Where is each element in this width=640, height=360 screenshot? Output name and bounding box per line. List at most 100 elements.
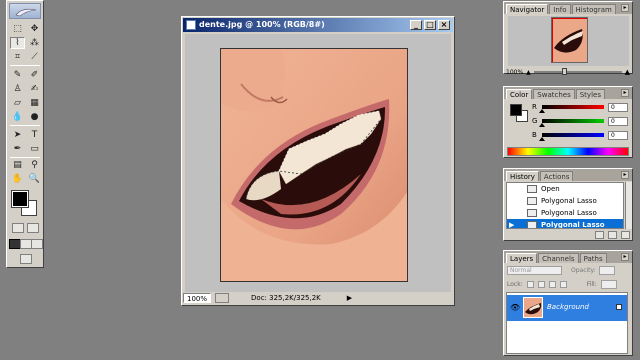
document-image[interactable]	[220, 48, 408, 282]
tab-histogram[interactable]: Histogram	[571, 4, 616, 14]
red-value-field[interactable]: 0	[608, 102, 628, 112]
palette-menu-icon[interactable]: ▸	[621, 4, 629, 12]
lock-pixels-checkbox[interactable]	[537, 280, 545, 288]
navigator-zoom-bar: 100% ▲ ▲	[506, 68, 630, 76]
eyedropper-tool-icon[interactable]: ⚲	[27, 159, 42, 171]
shape-tool-icon[interactable]: ▭	[27, 143, 42, 155]
lock-all-checkbox[interactable]	[559, 280, 567, 288]
green-slider[interactable]	[539, 119, 604, 127]
close-button[interactable]: ×	[438, 20, 450, 30]
color-spectrum-bar[interactable]	[507, 147, 629, 156]
green-label: G	[532, 117, 538, 125]
magic-wand-tool-icon[interactable]: ⁂	[27, 37, 42, 49]
jump-to-imageready-button[interactable]	[20, 254, 32, 264]
visibility-eye-icon[interactable]: 👁	[510, 303, 520, 312]
minimize-button[interactable]: _	[410, 20, 422, 30]
color-foreground-swatch[interactable]	[510, 104, 522, 116]
palette-menu-icon[interactable]: ▸	[621, 253, 629, 261]
palette-menu-icon[interactable]: ▸	[621, 171, 629, 179]
zoom-level-field[interactable]: 100%	[183, 293, 212, 303]
opacity-label: Opacity:	[571, 267, 596, 274]
toolbox-panel: ⬚ ✥ ⌇ ⁂ ⌗ ⟋ ✎ ✐ ♙ ✍ ▱ ▦ 💧 ● ➤ T ✒ ▭ ▤ ⚲ …	[6, 0, 44, 268]
red-slider[interactable]	[539, 105, 604, 113]
blue-slider-row: B 0	[532, 130, 632, 141]
lock-position-checkbox[interactable]	[548, 280, 556, 288]
fill-field[interactable]	[600, 279, 617, 289]
zoom-tool-icon[interactable]: 🔍	[27, 173, 42, 185]
tab-color[interactable]: Color	[506, 89, 533, 99]
layer-thumbnail	[523, 297, 543, 318]
photoshop-logo[interactable]	[9, 3, 41, 19]
foreground-color-swatch[interactable]	[11, 190, 29, 208]
tab-info[interactable]: Info	[549, 4, 571, 14]
new-document-from-state-icon[interactable]	[595, 231, 604, 239]
tab-paths[interactable]: Paths	[579, 253, 607, 263]
dodge-tool-icon[interactable]: ●	[27, 111, 42, 123]
quick-mask-mode-button[interactable]	[27, 223, 39, 233]
zoom-out-icon[interactable]: ▲	[526, 69, 531, 76]
tab-actions[interactable]: Actions	[539, 171, 574, 181]
delete-state-icon[interactable]	[621, 231, 630, 239]
opacity-field[interactable]	[598, 266, 615, 275]
navigator-palette: Navigator Info Histogram ▸ 100% ▲ ▲	[503, 1, 633, 76]
full-screen-mode-button[interactable]	[31, 239, 43, 249]
history-palette: History Actions ▸ Open Polygonal Lasso P…	[503, 168, 633, 241]
lasso-tool-icon[interactable]: ⌇	[10, 37, 25, 49]
blur-tool-icon[interactable]: 💧	[10, 111, 25, 123]
path-selection-tool-icon[interactable]: ➤	[10, 129, 25, 141]
color-tabs: Color Swatches Styles ▸	[504, 87, 632, 99]
history-item[interactable]: Polygonal Lasso	[507, 195, 623, 207]
blue-value-field[interactable]: 0	[608, 130, 628, 140]
lasso-step-icon	[527, 209, 537, 217]
crop-tool-icon[interactable]: ⌗	[10, 51, 25, 63]
marquee-tool-icon[interactable]: ⬚	[10, 23, 25, 35]
tab-styles[interactable]: Styles	[575, 89, 605, 99]
maximize-button[interactable]: □	[424, 20, 436, 30]
red-slider-row: R 0	[532, 102, 632, 113]
history-scrollbar[interactable]	[625, 182, 632, 229]
history-step-icon	[527, 185, 537, 193]
fill-label: Fill:	[586, 280, 597, 288]
layer-row-background[interactable]: 👁 Background	[507, 295, 627, 321]
status-menu-arrow-icon[interactable]: ▶	[347, 294, 352, 302]
green-value-field[interactable]: 0	[608, 116, 628, 126]
gradient-tool-icon[interactable]: ▦	[27, 97, 42, 109]
document-titlebar[interactable]: dente.jpg @ 100% (RGB/8#) _ □ ×	[183, 18, 453, 32]
history-brush-tool-icon[interactable]: ✍	[27, 83, 42, 95]
navigator-preview[interactable]	[508, 16, 629, 66]
brush-tool-icon[interactable]: ✐	[27, 69, 42, 81]
document-statusbar: 100% Doc: 325,2K/325,2K ▶	[183, 292, 453, 304]
move-tool-icon[interactable]: ✥	[27, 23, 42, 35]
eraser-tool-icon[interactable]: ▱	[10, 97, 25, 109]
canvas-area[interactable]	[185, 34, 451, 293]
layer-name[interactable]: Background	[547, 303, 589, 311]
navigator-zoom-value[interactable]: 100%	[506, 69, 523, 76]
history-item-active[interactable]: ▶ Polygonal Lasso	[507, 219, 623, 228]
slice-tool-icon[interactable]: ⟋	[27, 51, 42, 63]
hand-tool-icon[interactable]: ✋	[10, 173, 25, 185]
tab-layers[interactable]: Layers	[506, 253, 538, 263]
navigator-view-box[interactable]	[552, 18, 587, 62]
lock-icon	[616, 304, 622, 310]
new-snapshot-icon[interactable]	[608, 231, 617, 239]
toolbox-divider	[10, 157, 40, 158]
notes-tool-icon[interactable]: ▤	[10, 159, 25, 171]
document-info-icon[interactable]	[215, 293, 230, 303]
tab-channels[interactable]: Channels	[538, 253, 579, 263]
lock-transparency-checkbox[interactable]	[526, 280, 534, 288]
history-item[interactable]: Open	[507, 183, 623, 195]
tab-navigator[interactable]: Navigator	[506, 4, 549, 14]
history-item[interactable]: Polygonal Lasso	[507, 207, 623, 219]
standard-mode-button[interactable]	[12, 223, 24, 233]
pen-tool-icon[interactable]: ✒	[10, 143, 25, 155]
zoom-in-icon[interactable]: ▲	[625, 68, 630, 76]
navigator-zoom-slider[interactable]	[533, 68, 622, 75]
tab-history[interactable]: History	[506, 171, 539, 181]
blue-slider[interactable]	[539, 133, 604, 141]
type-tool-icon[interactable]: T	[27, 129, 42, 141]
clone-stamp-tool-icon[interactable]: ♙	[10, 83, 25, 95]
healing-brush-tool-icon[interactable]: ✎	[10, 69, 25, 81]
palette-menu-icon[interactable]: ▸	[621, 89, 629, 97]
blend-mode-select[interactable]: Normal	[507, 266, 562, 275]
tab-swatches[interactable]: Swatches	[533, 89, 575, 99]
